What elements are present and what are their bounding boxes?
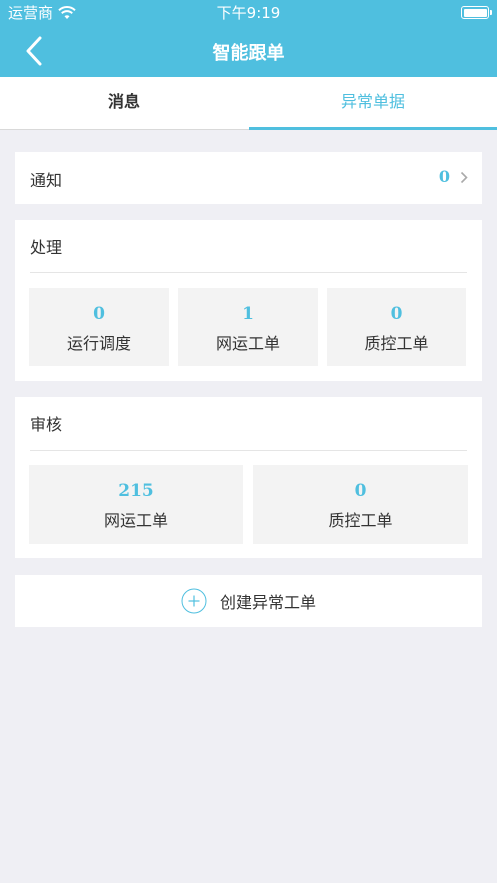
review-section: 审核 215 网运工单 0 质控工单 <box>15 397 482 558</box>
tile-label: 质控工单 <box>364 334 429 353</box>
tile-count: 0 <box>390 304 403 324</box>
create-row: 创建异常工单 <box>15 575 482 627</box>
page-title: 智能跟单 <box>212 43 285 64</box>
notice-count: 0 <box>438 167 450 186</box>
tile-qc-order[interactable]: 0 质控工单 <box>327 288 466 366</box>
tile-count: 1 <box>242 304 254 324</box>
tab-exception-docs[interactable]: 异常单据 <box>249 77 497 130</box>
tile-count: 0 <box>354 481 367 501</box>
battery-icon <box>461 6 492 19</box>
tile-label: 网运工单 <box>103 511 168 530</box>
divider <box>30 450 467 451</box>
tile-count: 215 <box>118 481 154 501</box>
tile-label: 网运工单 <box>215 334 280 353</box>
review-title: 审核 <box>30 415 63 434</box>
divider <box>30 272 467 273</box>
create-exception-order-button[interactable]: 创建异常工单 <box>15 575 482 627</box>
tile-review-network-order[interactable]: 215 网运工单 <box>29 465 243 544</box>
process-section: 处理 0 运行调度 1 网运工单 0 质控工单 <box>15 220 482 381</box>
process-title: 处理 <box>30 238 63 257</box>
tile-review-qc-order[interactable]: 0 质控工单 <box>253 465 468 544</box>
nav-bar: 智能跟单 <box>0 26 497 77</box>
notice-label: 通知 <box>30 171 63 190</box>
clock: 下午9:19 <box>216 4 281 22</box>
tile-count: 0 <box>93 304 105 324</box>
active-tab-indicator <box>249 127 497 130</box>
app-header: 运营商 下午9:19 智能跟单 <box>0 0 497 77</box>
notice-row[interactable]: 通知 0 <box>15 152 482 204</box>
tab-messages[interactable]: 消息 <box>0 77 248 130</box>
chevron-right-icon <box>460 171 468 184</box>
tile-network-order[interactable]: 1 网运工单 <box>178 288 318 366</box>
tab-bar: 消息 异常单据 <box>0 77 497 130</box>
status-bar: 运营商 下午9:19 <box>0 0 497 26</box>
tile-label: 质控工单 <box>328 511 393 530</box>
create-label: 创建异常工单 <box>219 593 316 612</box>
tile-dispatch[interactable]: 0 运行调度 <box>29 288 169 366</box>
tile-label: 运行调度 <box>66 334 131 353</box>
plus-circle-icon <box>181 588 207 614</box>
